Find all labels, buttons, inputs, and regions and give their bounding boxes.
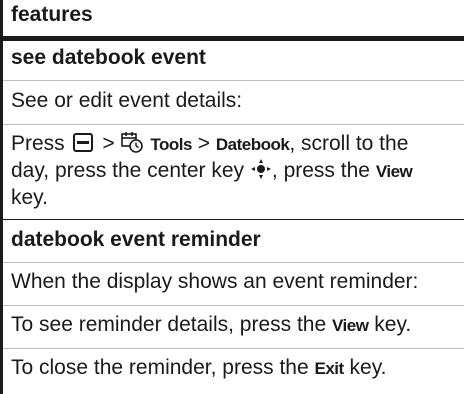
instruction-line-3: key. — [11, 186, 48, 209]
divider — [3, 305, 464, 306]
divider — [3, 80, 464, 81]
header-rule — [0, 36, 464, 41]
left-border — [0, 0, 3, 394]
center-key-icon — [250, 159, 271, 179]
divider — [3, 348, 464, 349]
reminder-line-1: When the display shows an event reminder… — [11, 270, 419, 293]
instruction-line-1: Press > Tools > Datebook, scroll to the — [11, 132, 409, 155]
features-header: features — [11, 3, 93, 26]
menu-key-icon — [72, 133, 93, 152]
manual-page: features see datebook event See or edit … — [0, 0, 464, 394]
intro-text: See or edit event details: — [11, 89, 243, 112]
instruction-line-2: day, press the center key , press the Vi… — [11, 159, 413, 182]
tools-icon — [121, 132, 144, 153]
reminder-line-3: To close the reminder, press the Exit ke… — [11, 356, 387, 379]
section-divider — [0, 219, 464, 220]
section-title-see-datebook-event: see datebook event — [11, 46, 206, 69]
section-title-datebook-event-reminder: datebook event reminder — [11, 228, 261, 251]
divider — [3, 262, 464, 263]
reminder-line-2: To see reminder details, press the View … — [11, 313, 412, 336]
divider — [3, 124, 464, 125]
